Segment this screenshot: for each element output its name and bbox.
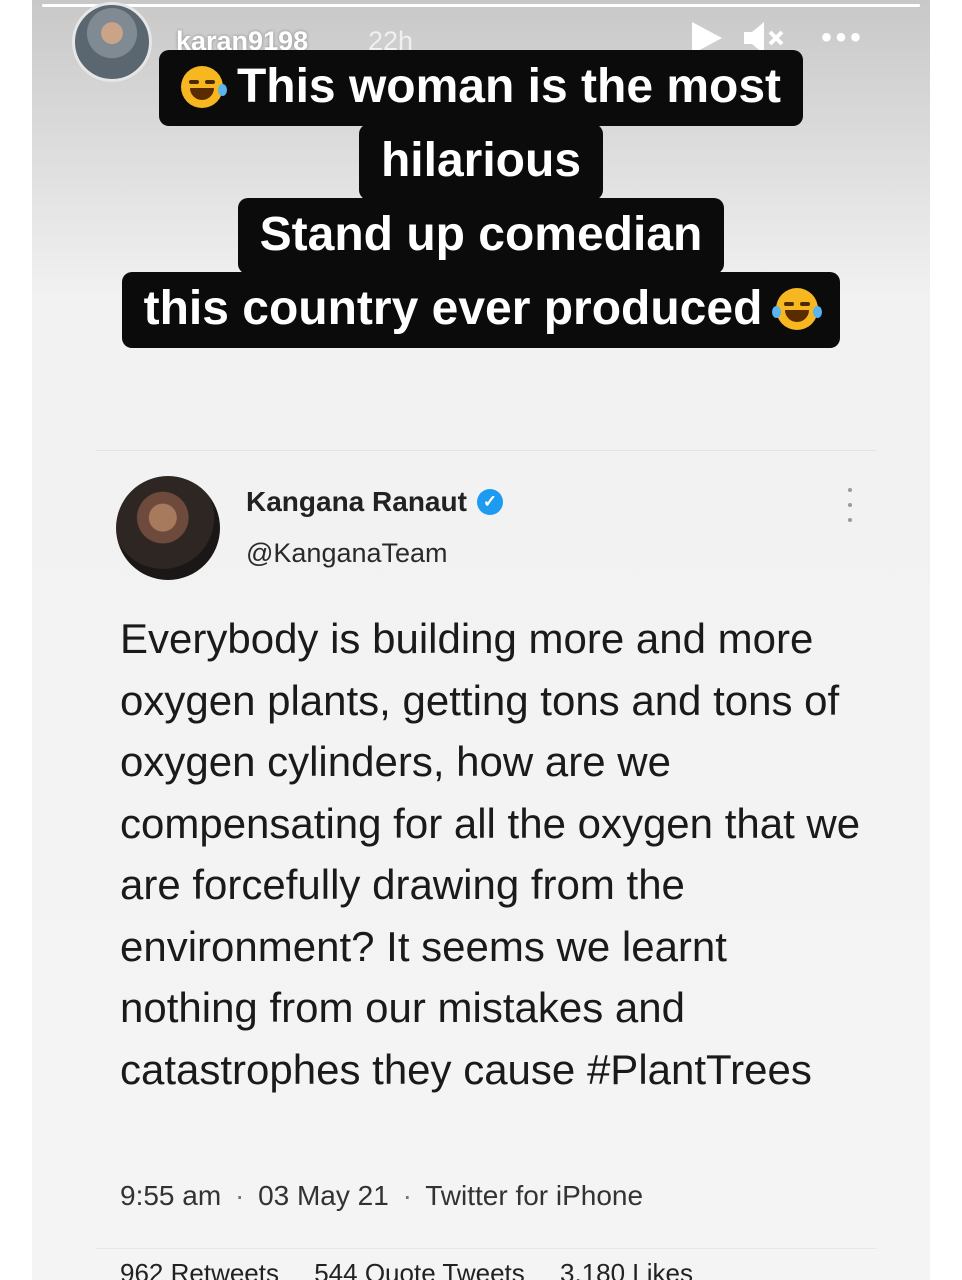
caption-line-text: this country ever produced: [143, 282, 763, 335]
tweet-stats: 962 Retweets 544 Quote Tweets 3,180 Like…: [120, 1258, 721, 1280]
tweet-stats-divider: [96, 1248, 876, 1249]
caption-line: hilarious: [358, 124, 604, 200]
tweet-meta: 9:55 am · 03 May 21 · Twitter for iPhone: [120, 1180, 643, 1212]
tweet-more-icon[interactable]: [842, 488, 858, 522]
tweet-author-name-row[interactable]: Kangana Ranaut ✓: [246, 486, 503, 518]
tweet-text: Everybody is building more and more oxyg…: [120, 615, 861, 1093]
tweet-date[interactable]: 03 May 21: [258, 1180, 389, 1211]
tweet-top-divider: [96, 450, 876, 451]
right-margin: [930, 0, 962, 1280]
tweet-source[interactable]: Twitter for iPhone: [425, 1180, 643, 1211]
caption-line-text: This woman is the most: [236, 60, 782, 113]
embedded-tweet[interactable]: Kangana Ranaut ✓ @KanganaTeam Everybody …: [96, 450, 876, 1280]
quote-tweets-count[interactable]: 544 Quote Tweets: [314, 1258, 525, 1280]
tweet-author-handle[interactable]: @KanganaTeam: [246, 538, 448, 569]
caption-line-text: Stand up comedian: [259, 208, 703, 261]
meta-separator: ·: [234, 1180, 245, 1211]
retweets-count[interactable]: 962 Retweets: [120, 1258, 279, 1280]
meta-separator: ·: [402, 1180, 412, 1211]
tweet-time[interactable]: 9:55 am: [120, 1180, 221, 1211]
caption-line: Stand up comedian: [237, 198, 725, 274]
story-caption: This woman is the most hilarious Stand u…: [32, 50, 930, 348]
likes-count[interactable]: 3,180 Likes: [560, 1258, 693, 1280]
story-frame[interactable]: karan9198 22h ••• This woman is the most: [32, 0, 930, 1280]
rolling-on-floor-laughing-emoji-icon: [180, 66, 227, 108]
caption-line: this country ever produced: [121, 272, 841, 348]
caption-line: This woman is the most: [158, 50, 804, 126]
caption-line-text: hilarious: [380, 134, 582, 187]
left-margin: [0, 0, 32, 1280]
face-with-tears-of-joy-emoji-icon: [772, 288, 823, 330]
tweet-author-avatar[interactable]: [116, 476, 220, 580]
verified-badge-icon: ✓: [476, 489, 503, 515]
tweet-author-name: Kangana Ranaut: [246, 486, 467, 517]
